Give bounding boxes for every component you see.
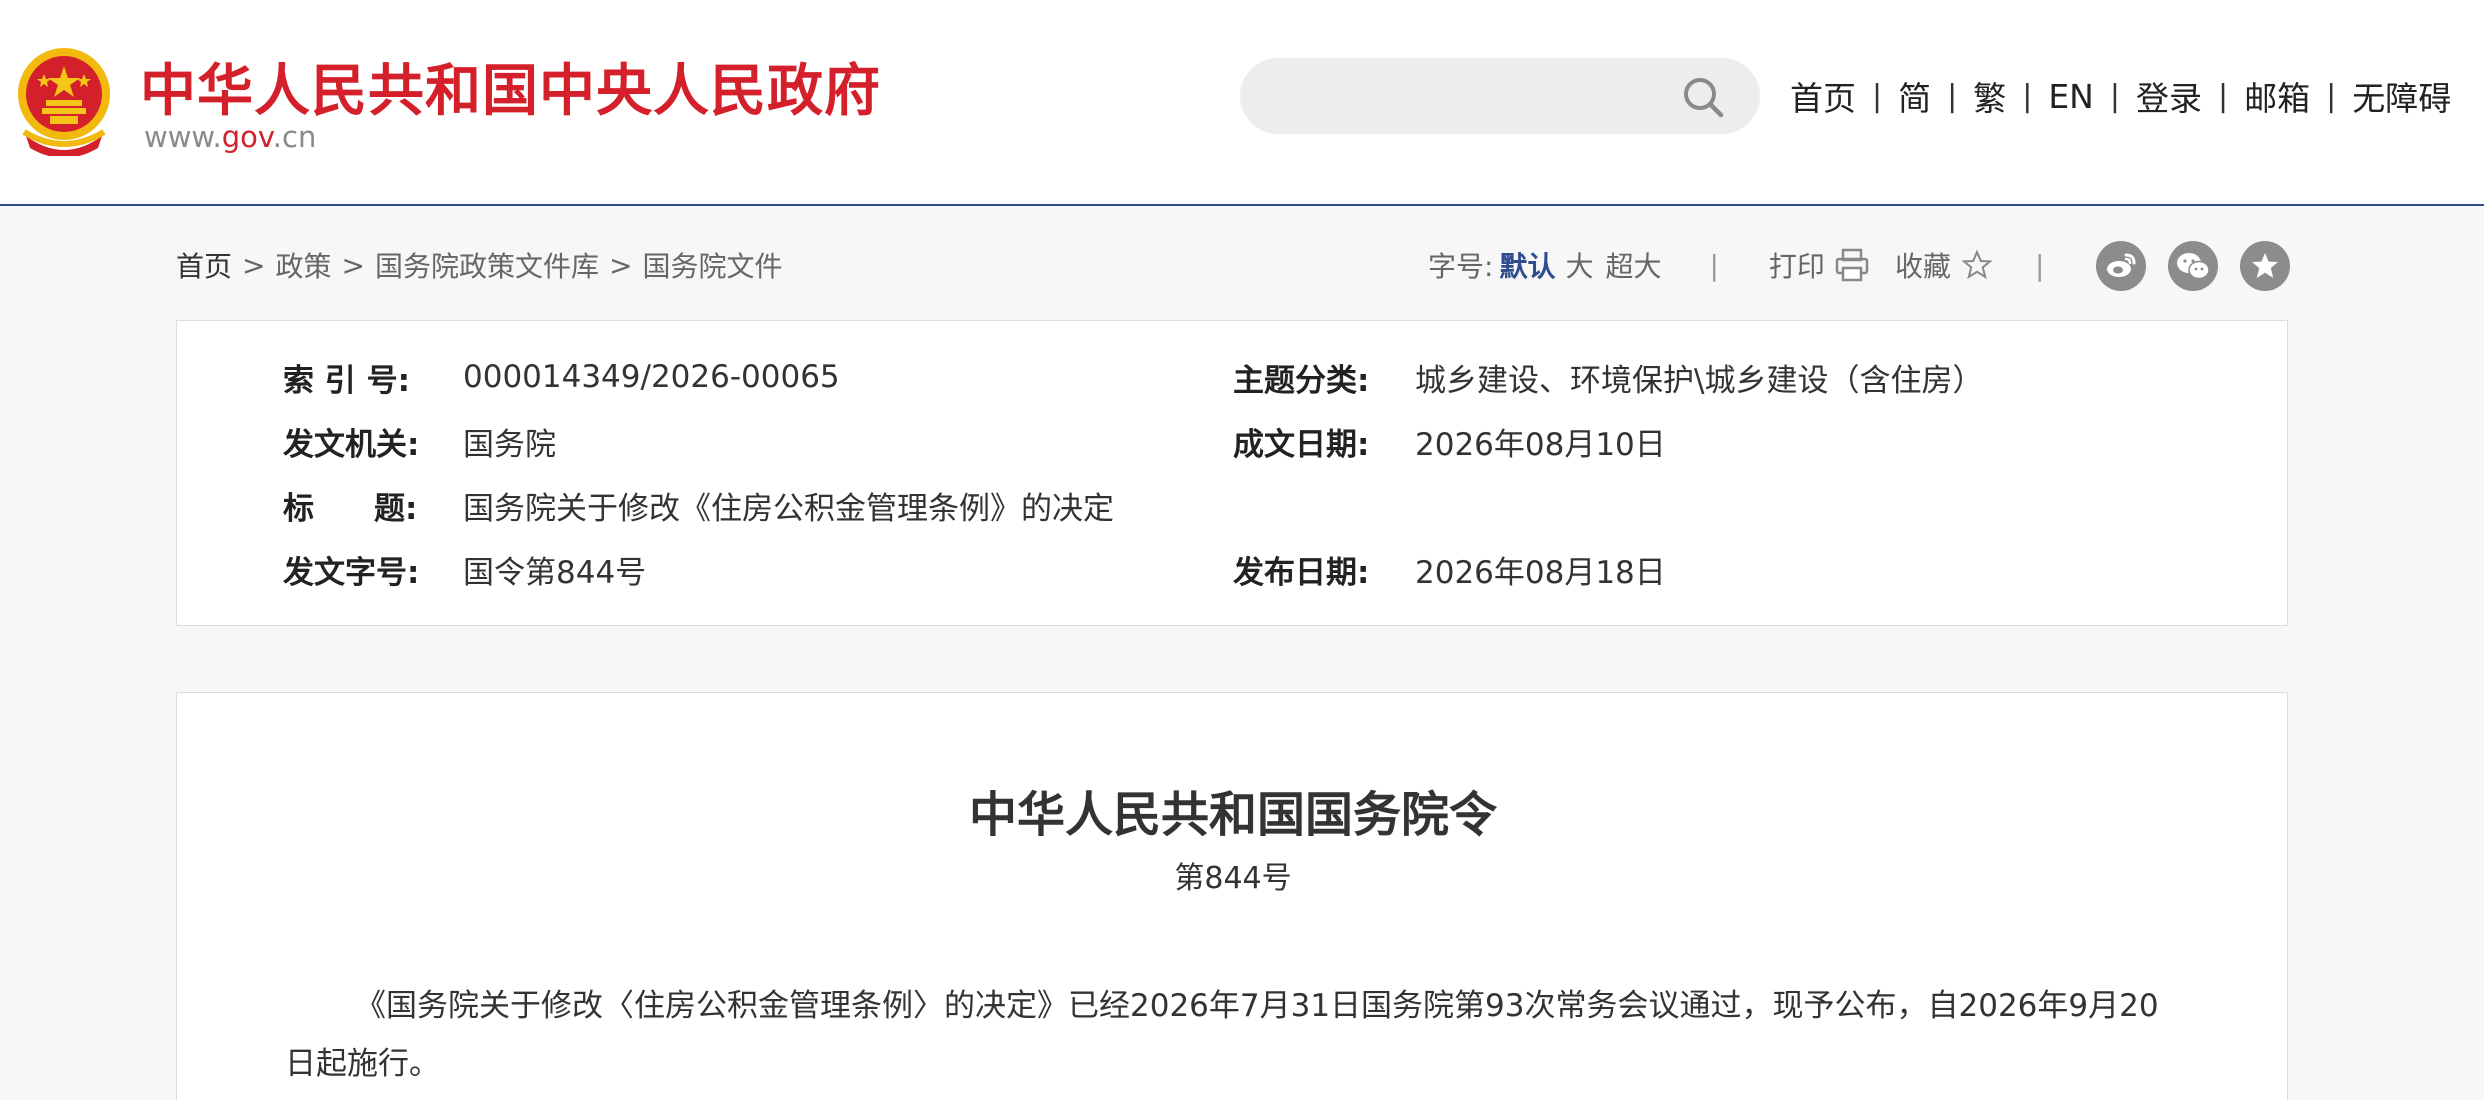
meta-published-label: 发布日期: bbox=[1233, 554, 1370, 591]
domain-prefix: www. bbox=[144, 120, 222, 154]
printer-icon[interactable] bbox=[1833, 246, 1871, 284]
nav-traditional[interactable]: 繁 bbox=[1973, 72, 2006, 120]
meta-title-label-b: 题: bbox=[374, 490, 418, 527]
meta-written-label: 成文日期: bbox=[1233, 426, 1370, 463]
breadcrumb-policy-library[interactable]: 国务院政策文件库 bbox=[375, 245, 599, 285]
nav-mailbox[interactable]: 邮箱 bbox=[2244, 72, 2310, 120]
nav-separator: | bbox=[2109, 78, 2120, 114]
meta-docno-value: 国令第844号 bbox=[463, 554, 647, 591]
article-tools: 字号: 默认 大 超大 | 打印 收藏 | bbox=[1428, 240, 2044, 290]
nav-home[interactable]: 首页 bbox=[1790, 72, 1856, 120]
favorite-share-button[interactable] bbox=[2240, 241, 2290, 291]
meta-topic-value: 城乡建设、环境保护\城乡建设（含住房） bbox=[1415, 362, 1984, 399]
breadcrumb-separator: > bbox=[341, 248, 365, 282]
meta-row-docno: 发文字号: 国令第844号 bbox=[283, 547, 1183, 591]
breadcrumb-state-council-docs[interactable]: 国务院文件 bbox=[642, 245, 782, 285]
breadcrumb-policy[interactable]: 政策 bbox=[275, 245, 331, 285]
site-title[interactable]: 中华人民共和国中央人民政府 bbox=[140, 46, 881, 127]
breadcrumb-separator: > bbox=[608, 248, 633, 282]
meta-issuer-label: 发文机关: bbox=[283, 426, 420, 463]
document-paragraph: 《国务院关于修改〈住房公积金管理条例〉的决定》已经2026年7月31日国务院第9… bbox=[285, 988, 2159, 1082]
domain-gov: gov bbox=[221, 120, 273, 154]
meta-row-written-date: 成文日期: 2026年08月10日 bbox=[1233, 419, 2233, 463]
site-domain[interactable]: www.gov.cn bbox=[144, 120, 316, 154]
meta-title-value: 国务院关于修改《住房公积金管理条例》的决定 bbox=[463, 490, 1114, 527]
meta-row-topic: 主题分类: 城乡建设、环境保护\城乡建设（含住房） bbox=[1233, 355, 2233, 399]
nav-separator: | bbox=[2326, 78, 2337, 114]
search-icon[interactable] bbox=[1680, 74, 1726, 120]
meta-published-value: 2026年08月18日 bbox=[1415, 554, 1666, 591]
print-label[interactable]: 打印 bbox=[1769, 245, 1825, 285]
weibo-share-button[interactable] bbox=[2096, 241, 2146, 291]
meta-row-issuer: 发文机关: 国务院 bbox=[283, 419, 1183, 463]
search-box bbox=[1240, 58, 1760, 134]
meta-index-value: 000014349/2026-00065 bbox=[463, 359, 840, 395]
tools-separator: | bbox=[1709, 248, 1719, 282]
meta-issuer-value: 国务院 bbox=[463, 426, 556, 463]
meta-row-index: 索 引 号: 000014349/2026-00065 bbox=[283, 355, 1183, 399]
domain-suffix: .cn bbox=[272, 120, 317, 154]
font-size-label: 字号: bbox=[1428, 250, 1494, 283]
nav-english[interactable]: EN bbox=[2048, 77, 2094, 116]
breadcrumb: 首页 > 政策 > 国务院政策文件库 > 国务院文件 bbox=[176, 240, 782, 290]
wechat-icon bbox=[2177, 253, 2210, 280]
favorite-label[interactable]: 收藏 bbox=[1895, 245, 1951, 285]
nav-separator: | bbox=[1947, 78, 1958, 114]
meta-index-label: 索 引 号: bbox=[283, 362, 410, 399]
meta-title-label-a: 标 bbox=[283, 490, 314, 527]
meta-topic-label: 主题分类: bbox=[1233, 362, 1370, 399]
document-number: 第844号 bbox=[1174, 861, 1292, 896]
nav-accessibility[interactable]: 无障碍 bbox=[2352, 72, 2451, 120]
meta-docno-label: 发文字号: bbox=[283, 554, 420, 591]
wechat-share-button[interactable] bbox=[2168, 241, 2218, 291]
document-body: 中华人民共和国国务院令 第844号 《国务院关于修改〈住房公积金管理条例〉的决定… bbox=[176, 692, 2288, 1100]
meta-row-published-date: 发布日期: 2026年08月18日 bbox=[1233, 547, 2233, 591]
meta-row-title: 标 题: 国务院关于修改《住房公积金管理条例》的决定 bbox=[283, 483, 1783, 527]
document-title: 中华人民共和国国务院令 bbox=[968, 787, 1497, 843]
star-outline-icon[interactable] bbox=[1961, 249, 1993, 281]
nav-separator: | bbox=[2022, 78, 2033, 114]
tools-separator: | bbox=[2034, 248, 2045, 282]
nav-separator: | bbox=[2217, 78, 2229, 114]
font-size-big[interactable]: 大 bbox=[1565, 245, 1593, 285]
nav-simplified[interactable]: 简 bbox=[1898, 72, 1931, 120]
nav-separator: | bbox=[1872, 78, 1883, 114]
breadcrumb-separator: > bbox=[242, 248, 266, 282]
document-metadata: 索 引 号: 000014349/2026-00065 主题分类: 城乡建设、环… bbox=[176, 320, 2288, 626]
font-size-huge[interactable]: 超大 bbox=[1605, 245, 1661, 285]
font-size-default[interactable]: 默认 bbox=[1499, 245, 1555, 285]
favorite-star-icon bbox=[2252, 253, 2278, 278]
breadcrumb-home[interactable]: 首页 bbox=[176, 245, 232, 285]
national-emblem-icon[interactable] bbox=[14, 44, 114, 156]
share-bar bbox=[2096, 240, 2312, 292]
top-nav: 首页 | 简 | 繁 | EN | 登录 | 邮箱 | 无障碍 bbox=[1790, 72, 2451, 120]
weibo-icon bbox=[2107, 253, 2136, 277]
nav-login[interactable]: 登录 bbox=[2136, 72, 2202, 120]
site-header: 中华人民共和国中央人民政府 www.gov.cn 首页 | 简 | 繁 | EN… bbox=[0, 0, 2484, 206]
search-input[interactable] bbox=[1268, 76, 1648, 116]
meta-written-value: 2026年08月10日 bbox=[1415, 426, 1666, 463]
